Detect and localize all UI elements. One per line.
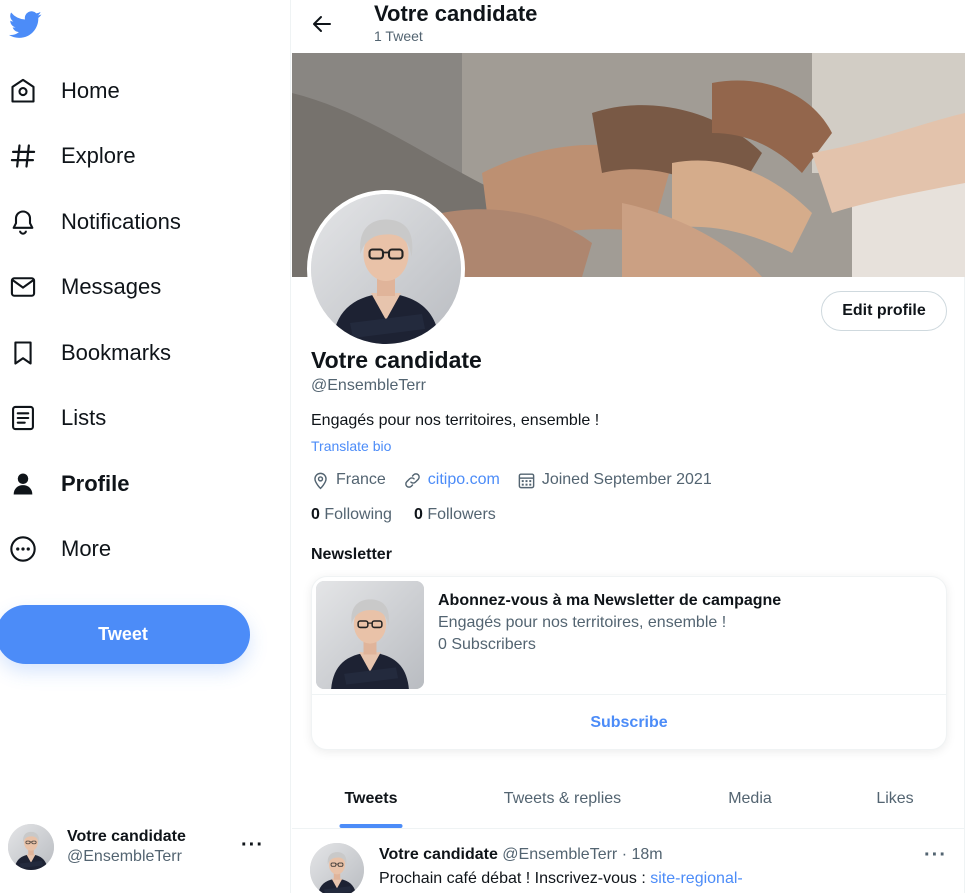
profile-meta: France citipo.com Joined September 2021 <box>311 469 729 491</box>
avatar[interactable] <box>310 843 364 893</box>
newsletter-description: Engagés pour nos territoires, ensemble ! <box>438 614 727 631</box>
avatar <box>8 824 54 870</box>
nav-label: Notifications <box>61 209 181 234</box>
page-title: Votre candidate <box>374 1 538 26</box>
location-text: France <box>336 471 386 488</box>
tweet-count: 1 Tweet <box>374 28 423 44</box>
list-icon <box>0 394 46 442</box>
nav-notifications[interactable]: Notifications <box>0 198 270 246</box>
follow-stats: 0 Following 0 Followers <box>311 506 518 524</box>
calendar-icon <box>518 472 535 488</box>
envelope-icon <box>0 263 46 311</box>
bell-icon <box>0 198 46 246</box>
tweet-separator: · <box>621 846 628 863</box>
tweet-time[interactable]: 18m <box>631 846 662 863</box>
website: citipo.com <box>403 471 500 490</box>
newsletter-card[interactable]: Abonnez-vous à ma Newsletter de campagne… <box>311 576 947 750</box>
nav-explore[interactable]: Explore <box>0 132 270 180</box>
tab-tweets-replies[interactable]: Tweets & replies <box>450 770 675 828</box>
tab-media[interactable]: Media <box>675 770 825 828</box>
link-icon <box>404 472 420 488</box>
account-name: Votre candidate <box>67 828 186 845</box>
edit-profile-button[interactable]: Edit profile <box>821 291 947 331</box>
more-circle-icon <box>0 525 46 573</box>
nav-bookmarks[interactable]: Bookmarks <box>0 329 270 377</box>
person-icon <box>0 460 46 508</box>
location: France <box>311 471 386 490</box>
followers-label: Followers <box>427 506 496 523</box>
nav-label: Explore <box>61 143 136 168</box>
tab-label: Tweets & replies <box>503 790 622 807</box>
nav-profile[interactable]: Profile <box>0 460 270 508</box>
nav-label: Messages <box>61 274 162 299</box>
nav-label: Bookmarks <box>61 340 172 365</box>
following-count: 0 <box>311 506 320 523</box>
newsletter-section-title: Newsletter <box>311 546 392 563</box>
nav-label: Profile <box>61 471 130 496</box>
twitter-bird-icon[interactable] <box>8 8 42 42</box>
hashtag-icon <box>0 132 46 180</box>
tweet-item[interactable]: Votre candidate @EnsembleTerr · 18m Proc… <box>292 830 965 893</box>
subscribe-button[interactable]: Subscribe <box>312 695 946 749</box>
scrollbar[interactable] <box>965 0 971 893</box>
profile-tabs: Tweets Tweets & replies Media Likes <box>292 770 965 829</box>
followers-count: 0 <box>413 506 423 523</box>
joined-text: Joined September 2021 <box>541 471 712 488</box>
sidebar: Home Explore Notifications Messages Book… <box>0 0 291 893</box>
translate-bio-link[interactable]: Translate bio <box>311 438 391 454</box>
nav-lists[interactable]: Lists <box>0 394 270 442</box>
profile-avatar[interactable] <box>307 190 465 348</box>
profile-column: Votre candidate 1 Tweet Edit profile Vot… <box>292 0 965 893</box>
nav-label: Home <box>61 78 120 103</box>
home-icon <box>0 67 46 115</box>
profile-handle: @EnsembleTerr <box>311 377 426 394</box>
tweet-header: Votre candidate @EnsembleTerr · 18m <box>379 846 663 864</box>
tab-tweets[interactable]: Tweets <box>292 770 450 828</box>
joined-date: Joined September 2021 <box>517 471 712 490</box>
bookmark-icon <box>0 329 46 377</box>
nav-more[interactable]: More <box>0 525 270 573</box>
location-pin-icon <box>314 472 327 489</box>
active-tab-indicator <box>339 824 403 828</box>
profile-bio: Engagés pour nos territoires, ensemble ! <box>311 412 600 429</box>
tab-label: Tweets <box>344 790 398 807</box>
website-link[interactable]: citipo.com <box>428 471 500 489</box>
tweet-body: Prochain café débat ! Inscrivez-vous : <box>379 870 651 887</box>
nav-messages[interactable]: Messages <box>0 263 270 311</box>
profile-name: Votre candidate <box>311 347 482 373</box>
newsletter-title: Abonnez-vous à ma Newsletter de campagne <box>438 592 782 609</box>
account-handle: @EnsembleTerr <box>67 848 182 865</box>
newsletter-subscribers: 0 Subscribers <box>438 636 536 653</box>
following-label: Following <box>324 506 392 523</box>
header: Votre candidate 1 Tweet <box>292 0 965 53</box>
following-link[interactable]: 0 Following <box>311 506 392 524</box>
nav-home[interactable]: Home <box>0 67 270 115</box>
nav-label: Lists <box>61 405 107 430</box>
tweet-text: Prochain café débat ! Inscrivez-vous : s… <box>379 870 743 888</box>
back-arrow-icon[interactable] <box>310 12 334 36</box>
nav-label: More <box>61 536 112 561</box>
tab-likes[interactable]: Likes <box>825 770 965 828</box>
tweet-link[interactable]: site-regional- <box>650 870 742 887</box>
account-switcher[interactable]: Votre candidate @EnsembleTerr ··· <box>8 822 278 872</box>
tweet-author-name[interactable]: Votre candidate <box>379 846 498 863</box>
tab-label: Media <box>728 790 772 807</box>
tab-label: Likes <box>876 790 914 807</box>
tweet-author-handle[interactable]: @EnsembleTerr <box>502 846 617 863</box>
more-dots-icon[interactable]: ··· <box>241 834 264 857</box>
newsletter-thumbnail <box>316 581 424 689</box>
more-dots-icon[interactable]: ··· <box>924 844 947 867</box>
tweet-button[interactable]: Tweet <box>0 605 250 664</box>
followers-link[interactable]: 0 Followers <box>414 506 496 524</box>
